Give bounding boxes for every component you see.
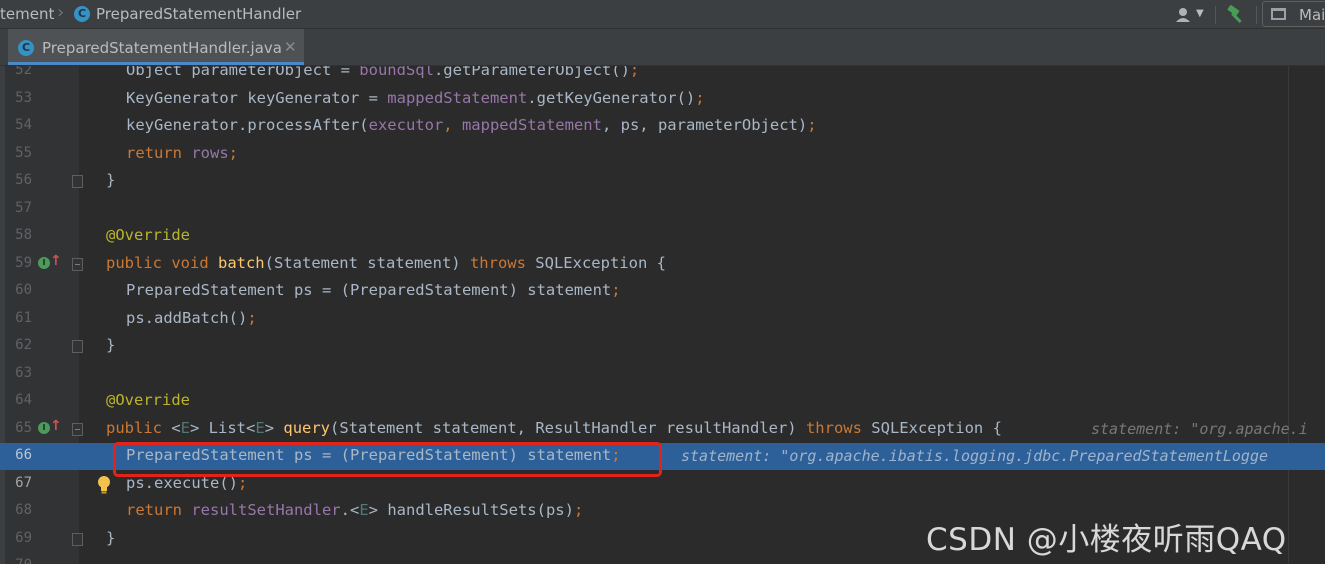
implements-method-icon[interactable]: I xyxy=(38,256,50,269)
code-line[interactable]: 58 @Override xyxy=(0,223,1325,250)
code-text: PreparedStatement ps = (PreparedStatemen… xyxy=(126,281,621,299)
code-line[interactable]: 52 Object parameterObject = boundSql.get… xyxy=(0,66,1325,85)
code-text: Object parameterObject = boundSql.getPar… xyxy=(126,66,640,79)
line-number: 61 xyxy=(15,309,32,326)
application-icon xyxy=(1271,8,1286,20)
toolbar-divider xyxy=(1256,6,1257,24)
fold-start-icon[interactable] xyxy=(72,257,83,271)
user-icon[interactable] xyxy=(1175,7,1193,27)
code-line[interactable]: 59 I ↑ public void batch(Statement state… xyxy=(0,251,1325,278)
code-line[interactable]: 60 PreparedStatement ps = (PreparedState… xyxy=(0,278,1325,305)
line-number: 52 xyxy=(15,66,32,78)
breadcrumb-item-current[interactable]: PreparedStatementHandler xyxy=(96,5,301,23)
fold-end-icon[interactable] xyxy=(72,340,83,353)
code-editor[interactable]: 52 Object parameterObject = boundSql.get… xyxy=(0,66,1325,564)
code-text: ps.addBatch(); xyxy=(126,308,257,327)
code-text: keyGenerator.processAfter(executor, mapp… xyxy=(126,116,817,134)
editor-tab-bar: C PreparedStatementHandler.java ✕ xyxy=(0,29,1325,66)
run-configuration-label: Mai xyxy=(1299,6,1325,24)
navigation-bar: tement › C PreparedStatementHandler ▼ Ma… xyxy=(0,0,1325,29)
breadcrumb-item-statement[interactable]: tement xyxy=(0,5,54,23)
line-number: 54 xyxy=(15,117,32,133)
inline-debug-value: statement: "org.apache.i xyxy=(1091,419,1308,438)
tab-label: PreparedStatementHandler.java xyxy=(42,39,282,57)
close-icon[interactable]: ✕ xyxy=(284,38,297,56)
code-text: public <E> List<E> query(Statement state… xyxy=(106,418,1002,437)
line-number: 53 xyxy=(15,89,32,106)
code-line[interactable]: 54 keyGenerator.processAfter(executor, m… xyxy=(0,113,1325,140)
tab-prepared-statement-handler[interactable]: C PreparedStatementHandler.java ✕ xyxy=(8,29,304,65)
code-line[interactable]: 63 xyxy=(0,361,1325,388)
code-line[interactable]: 53 KeyGenerator keyGenerator = mappedSta… xyxy=(0,86,1325,113)
hammer-build-icon[interactable] xyxy=(1226,4,1248,28)
line-number: 65 xyxy=(15,419,32,436)
run-configuration-dropdown[interactable]: Mai xyxy=(1262,1,1325,27)
code-line[interactable]: 64 @Override xyxy=(0,388,1325,415)
code-text: return resultSetHandler.<E> handleResult… xyxy=(126,501,584,519)
arrow-up-icon: ↑ xyxy=(50,417,62,434)
breadcrumb-chevron-icon: › xyxy=(57,2,65,23)
code-text: @Override xyxy=(106,391,190,409)
java-class-icon: C xyxy=(18,40,34,56)
line-number: 58 xyxy=(15,227,32,243)
code-text: KeyGenerator keyGenerator = mappedStatem… xyxy=(126,88,705,107)
code-line[interactable]: 61 ps.addBatch(); xyxy=(0,306,1325,333)
line-number: 68 xyxy=(15,502,32,518)
code-text: } xyxy=(106,528,116,547)
line-number: 70 xyxy=(0,557,32,564)
fold-start-icon[interactable] xyxy=(72,422,83,436)
code-line[interactable]: 62 } xyxy=(0,333,1325,360)
code-line[interactable]: 65 I ↑ public <E> List<E> query(Statemen… xyxy=(0,416,1325,443)
code-text: return rows; xyxy=(126,143,238,162)
java-class-icon: C xyxy=(74,6,90,22)
fold-end-icon[interactable] xyxy=(72,532,83,546)
line-number: 59 xyxy=(15,254,32,271)
implements-method-icon[interactable]: I xyxy=(38,421,50,434)
lightbulb-icon[interactable] xyxy=(97,475,111,499)
code-line[interactable]: 56 } xyxy=(0,168,1325,195)
inline-debug-value: statement: "org.apache.ibatis.logging.jd… xyxy=(681,447,1268,465)
line-number: 55 xyxy=(15,144,32,161)
line-number: 57 xyxy=(15,199,32,216)
code-text: } xyxy=(106,336,116,354)
line-number: 56 xyxy=(15,172,32,188)
code-text: public void batch(Statement statement) t… xyxy=(106,253,666,272)
arrow-up-icon: ↑ xyxy=(50,252,62,269)
line-number: 67 xyxy=(15,474,32,491)
code-text: @Override xyxy=(106,226,190,244)
code-line[interactable]: 57 xyxy=(0,196,1325,223)
chevron-down-icon[interactable]: ▼ xyxy=(1196,8,1204,19)
highlight-annotation-box xyxy=(113,442,662,477)
line-number: 63 xyxy=(15,364,32,381)
line-number: 66 xyxy=(15,447,32,463)
fold-end-icon[interactable] xyxy=(72,175,83,188)
code-line[interactable]: 55 return rows; xyxy=(0,141,1325,168)
line-number: 69 xyxy=(15,529,32,546)
code-text: } xyxy=(106,171,116,189)
toolbar-divider xyxy=(1215,6,1216,24)
line-number: 60 xyxy=(15,282,32,298)
line-number: 62 xyxy=(15,337,32,353)
line-number: 64 xyxy=(15,392,32,408)
watermark: CSDN @小楼夜听雨QAQ xyxy=(926,522,1287,558)
